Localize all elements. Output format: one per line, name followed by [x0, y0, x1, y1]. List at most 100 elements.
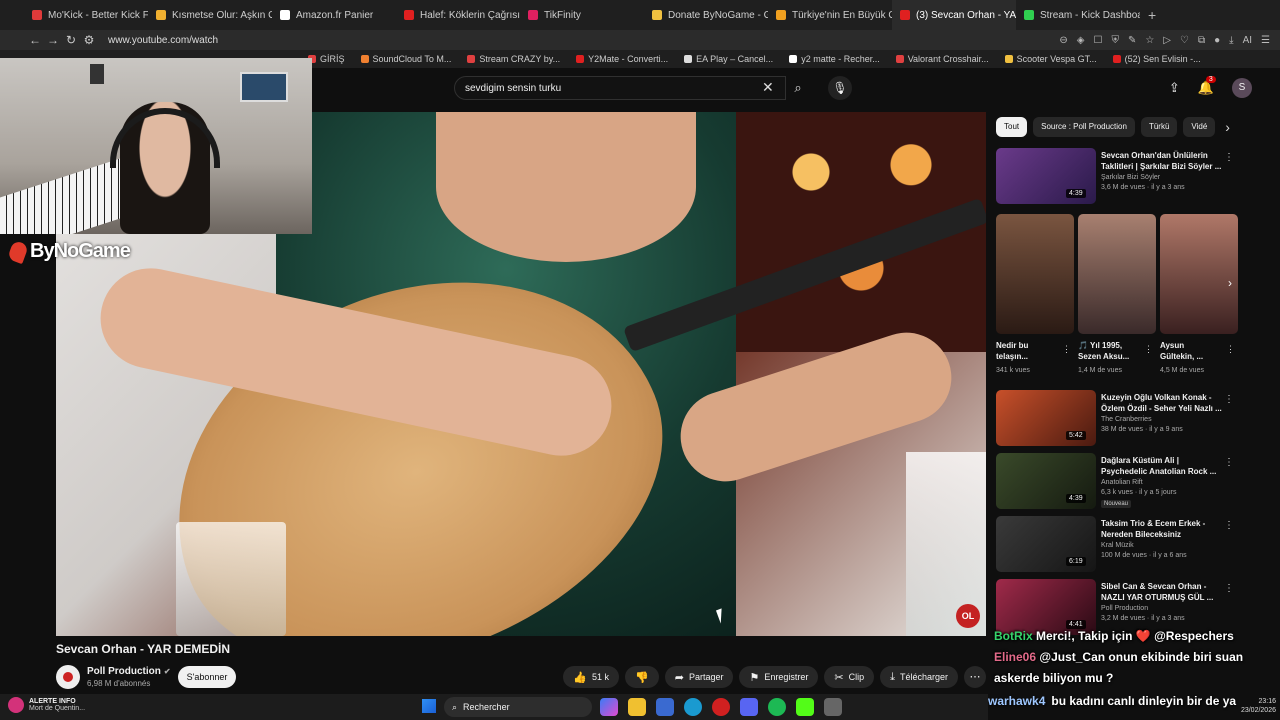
recommended-video[interactable]: 5:42 Kuzeyin Oğlu Volkan Konak - Özlem Öz…	[996, 390, 1242, 446]
short-thumbnail[interactable]	[1160, 214, 1238, 334]
opera-icon[interactable]	[712, 698, 730, 716]
recommended-video[interactable]: 4:39 Sevcan Orhan'dan Ünlülerin Taklitler…	[996, 148, 1242, 204]
browser-tab[interactable]: (3) Sevcan Orhan - YA	[892, 0, 1016, 30]
more-options-icon[interactable]: ⋮	[1224, 583, 1234, 594]
more-options-icon[interactable]: ⋮	[1224, 520, 1234, 531]
more-options-icon[interactable]: ⋮	[1224, 457, 1234, 468]
video-channel[interactable]: Anatolian Rift	[1101, 479, 1143, 486]
search-input[interactable]: sevdigim sensin turku	[454, 76, 786, 100]
browser-tab[interactable]: Mo'Kick - Better Kick Fo	[24, 0, 148, 30]
browser-tab[interactable]: TikFinity	[520, 0, 644, 30]
bookmark-item[interactable]: Y2Mate - Converti...	[568, 54, 676, 64]
avatar[interactable]: S	[1232, 78, 1252, 98]
download-button[interactable]: ⤓ Télécharger	[880, 666, 958, 688]
browser-tab[interactable]: Kısmetse Olur: Aşkın Gü	[148, 0, 272, 30]
channel-name[interactable]: Poll Production ✔	[87, 666, 171, 677]
copilot-icon[interactable]	[600, 698, 618, 716]
clip-button[interactable]: ✂ Clip	[824, 666, 875, 688]
channel-avatar[interactable]	[56, 665, 80, 689]
bookmark-item[interactable]: Scooter Vespa GT...	[997, 54, 1105, 64]
new-tab-button[interactable]: +	[1140, 7, 1164, 23]
browser-tab[interactable]: Stream - Kick Dashboard	[1016, 0, 1140, 30]
clear-search-icon[interactable]: ✕	[762, 79, 774, 96]
short-thumbnail[interactable]	[1078, 214, 1156, 334]
filter-chip[interactable]: Türkü	[1140, 117, 1178, 137]
like-button[interactable]: 👍 51 k	[563, 666, 620, 688]
chevron-right-icon[interactable]: ›	[1228, 276, 1232, 290]
search-icon[interactable]: ⌕	[786, 76, 810, 100]
short-title[interactable]: Aysun Gültekin, ...	[1160, 340, 1220, 362]
more-options-icon[interactable]: ⋮	[1144, 344, 1153, 355]
browser-tab[interactable]: Türkiye'nin En Büyük Oy	[768, 0, 892, 30]
chevron-right-icon[interactable]: ›	[1225, 119, 1230, 135]
create-icon[interactable]: ⇪	[1169, 80, 1180, 96]
ai-icon[interactable]: AI	[1243, 35, 1252, 46]
browser-tab[interactable]: Halef: Köklerin Çağrısı 2	[396, 0, 520, 30]
more-options-icon[interactable]: ⋮	[1224, 394, 1234, 405]
discord-icon[interactable]	[740, 698, 758, 716]
video-title[interactable]: Sevcan Orhan'dan Ünlülerin Taklitleri | …	[1101, 150, 1225, 172]
video-channel[interactable]: Kral Müzik	[1101, 542, 1134, 549]
spotify-icon[interactable]	[768, 698, 786, 716]
download-icon[interactable]: ⤓	[1229, 35, 1233, 46]
video-channel[interactable]: The Cranberries	[1101, 416, 1152, 423]
heart-icon[interactable]: ♡	[1180, 35, 1189, 46]
video-channel[interactable]: Şarkılar Bizi Söyler	[1101, 174, 1160, 181]
extension-icon[interactable]: ◈	[1077, 35, 1085, 46]
bookmark-item[interactable]: y2 matte - Recher...	[781, 54, 888, 64]
video-title[interactable]: Kuzeyin Oğlu Volkan Konak - Özlem Özdil …	[1101, 392, 1225, 414]
more-options-icon[interactable]: ⋮	[1226, 344, 1235, 355]
filter-chip[interactable]: Source : Poll Production	[1033, 117, 1135, 137]
more-actions-icon[interactable]: ⋯	[964, 666, 986, 688]
shield-icon[interactable]: ⛨	[1111, 35, 1119, 46]
windows-start-icon[interactable]	[422, 699, 436, 713]
bookmark-item[interactable]: Stream CRAZY by...	[459, 54, 568, 64]
taskbar-search[interactable]: ⌕ Rechercher	[444, 697, 592, 717]
save-button[interactable]: ⚑ Enregistrer	[739, 666, 819, 688]
translate-icon[interactable]: ✎	[1128, 35, 1136, 46]
share-button[interactable]: ➦ Partager	[664, 666, 734, 688]
video-title[interactable]: Dağlara Küstüm Ali | Psychedelic Anatoli…	[1101, 455, 1225, 477]
bookmark-item[interactable]: Valorant Crosshair...	[888, 54, 997, 64]
dislike-button[interactable]: 👎	[625, 666, 659, 688]
site-info-icon[interactable]: ⚙	[80, 33, 98, 47]
edge-icon[interactable]	[684, 698, 702, 716]
news-widget[interactable]: ALERTE INFO Mort de Quentin...	[8, 697, 85, 713]
short-thumbnail[interactable]	[996, 214, 1074, 334]
url-field[interactable]: www.youtube.com/watch	[108, 35, 218, 46]
video-title[interactable]: Sibel Can & Sevcan Orhan - NAZLI YAR OTU…	[1101, 581, 1225, 603]
notifications-icon[interactable]: 🔔 3	[1198, 76, 1216, 96]
more-options-icon[interactable]: ⋮	[1062, 344, 1071, 355]
settings-icon[interactable]	[824, 698, 842, 716]
channel-watermark[interactable]: OL	[956, 604, 980, 628]
bookmark-item[interactable]: (52) Sen Evlisin -...	[1105, 54, 1209, 64]
browser-tab[interactable]: Amazon.fr Panier	[272, 0, 396, 30]
back-icon[interactable]: ←	[26, 33, 44, 47]
browser-tab[interactable]: Donate ByNoGame - Ge	[644, 0, 768, 30]
recommended-video[interactable]: 6:19 Taksim Trio & Ecem Erkek - Nereden B…	[996, 516, 1242, 572]
bookmark-item[interactable]: SoundCloud To M...	[353, 54, 460, 64]
recommended-video[interactable]: 4:39 Dağlara Küstüm Ali | Psychedelic Ana…	[996, 453, 1242, 509]
short-title[interactable]: Nedir bu telaşın...	[996, 340, 1056, 362]
puzzle-icon[interactable]: ⧉	[1198, 35, 1205, 46]
system-tray[interactable]: 23:16 23/02/2026	[1241, 697, 1276, 715]
mic-icon[interactable]: 🎙	[828, 76, 852, 100]
filter-chip[interactable]: Tout	[996, 117, 1028, 137]
star-icon[interactable]: ☆	[1145, 35, 1154, 46]
menu-icon[interactable]: ☰	[1261, 35, 1270, 46]
zoom-icon[interactable]: ⊖	[1059, 35, 1067, 46]
filter-chip[interactable]: Vidé	[1183, 117, 1216, 137]
more-options-icon[interactable]: ⋮	[1224, 152, 1234, 163]
reload-icon[interactable]: ↻	[62, 33, 80, 47]
store-icon[interactable]	[656, 698, 674, 716]
short-title[interactable]: 🎵 Yıl 1995, Sezen Aksu...	[1078, 340, 1138, 362]
bookmark-icon[interactable]: ☐	[1093, 35, 1102, 46]
file-explorer-icon[interactable]	[628, 698, 646, 716]
forward-icon[interactable]: →	[44, 33, 62, 47]
video-channel[interactable]: Poll Production	[1101, 605, 1148, 612]
kick-icon[interactable]	[796, 698, 814, 716]
play-icon[interactable]: ▷	[1163, 35, 1171, 46]
video-title[interactable]: Taksim Trio & Ecem Erkek - Nereden Bilec…	[1101, 518, 1225, 540]
subscribe-button[interactable]: S'abonner	[178, 666, 236, 688]
profile-icon[interactable]: ●	[1214, 35, 1220, 46]
